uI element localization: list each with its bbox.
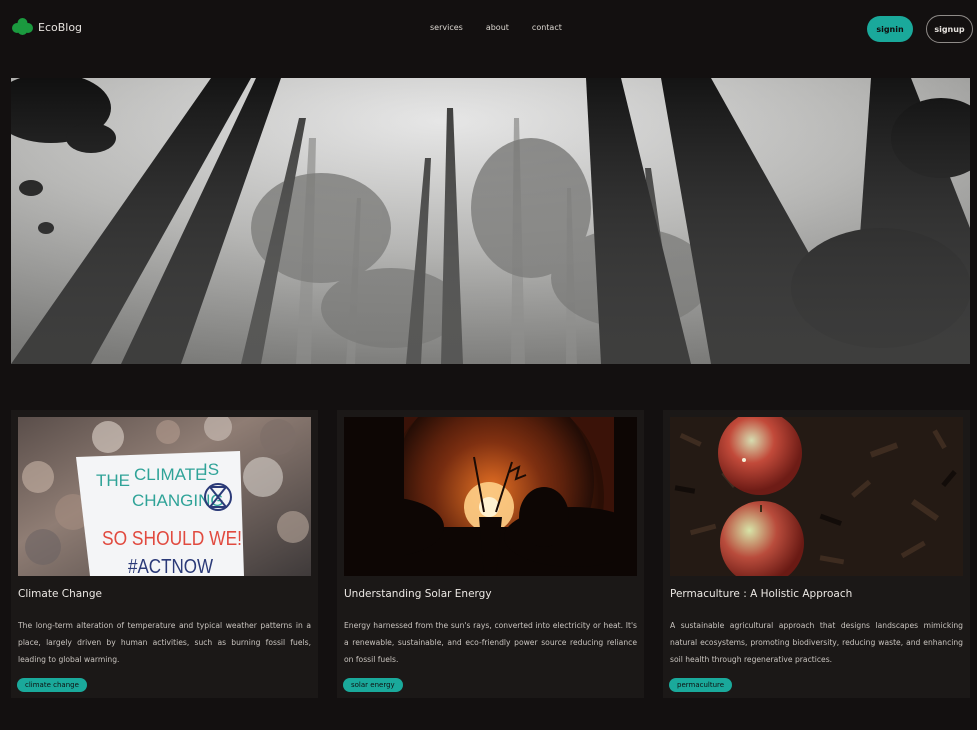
logo-text: EcoBlog	[38, 21, 83, 34]
card-title[interactable]: Understanding Solar Energy	[344, 588, 492, 601]
card-tag[interactable]: permaculture	[669, 678, 733, 692]
card-description: A sustainable agricultural approach that…	[670, 621, 963, 664]
signup-button[interactable]: signup	[926, 15, 973, 43]
nav-link-contact[interactable]: contact	[532, 24, 562, 32]
nav-link-about[interactable]: about	[486, 24, 509, 32]
sign-text-is: IS	[203, 460, 219, 479]
sign-text-the: THE	[96, 471, 130, 490]
article-card-climate-change[interactable]: THE CLIMATE IS CHANGING SO SHOULD WE! #A…	[11, 410, 318, 698]
sign-text-climate: CLIMATE	[134, 465, 206, 484]
nav-links: services about contact	[430, 24, 585, 32]
card-title[interactable]: Permaculture : A Holistic Approach	[670, 588, 852, 601]
hero-image	[11, 78, 970, 364]
card-description: The long-term alteration of temperature …	[18, 621, 311, 664]
article-card-solar-energy[interactable]: Understanding Solar Energy Energy harnes…	[337, 410, 644, 698]
card-tag[interactable]: climate change	[17, 678, 87, 692]
sign-text-actnow: #ACTNOW	[128, 556, 213, 576]
card-title[interactable]: Climate Change	[18, 588, 102, 601]
apples-image	[670, 417, 963, 576]
nav-link-services[interactable]: services	[430, 24, 463, 32]
card-description: Energy harnessed from the sun's rays, co…	[344, 621, 637, 664]
signin-button[interactable]: signin	[867, 16, 913, 42]
logo[interactable]: EcoBlog	[12, 17, 82, 38]
climate-protest-image: THE CLIMATE IS CHANGING SO SHOULD WE! #A…	[18, 417, 311, 576]
light-bulb-image	[344, 417, 637, 576]
navbar: EcoBlog services about contact signin si…	[0, 0, 977, 60]
leaf-icon	[12, 18, 33, 35]
article-card-permaculture[interactable]: Permaculture : A Holistic Approach A sus…	[663, 410, 970, 698]
sign-text-so-should-we: SO SHOULD WE!	[102, 528, 242, 550]
card-tag[interactable]: solar energy	[343, 678, 403, 692]
